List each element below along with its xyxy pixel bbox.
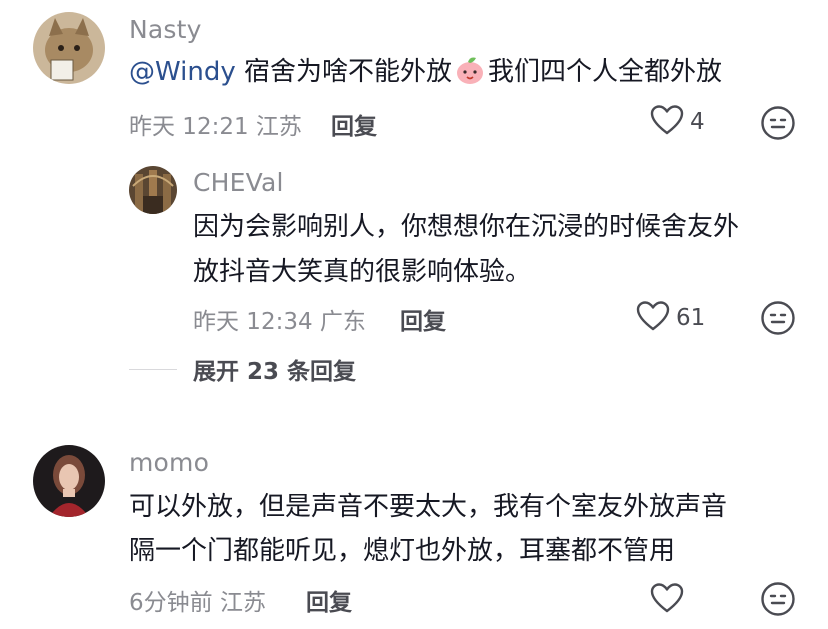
emoji-react-button[interactable]: [760, 105, 796, 145]
emoji-react-button[interactable]: [760, 300, 796, 340]
like-button[interactable]: 4: [650, 104, 705, 140]
smiley-icon: [760, 301, 796, 340]
heart-outline-icon: [636, 300, 670, 336]
reply-button[interactable]: 回复: [400, 302, 446, 336]
comment-text-line2: 隔一个门都能听见，熄灯也外放，耳塞都不管用: [129, 536, 676, 566]
peach-face-emoji: [454, 54, 486, 100]
reply-username[interactable]: CHEVal: [193, 168, 284, 197]
avatar-nasty[interactable]: [33, 12, 105, 84]
comment-text-part: 宿舍为啥不能外放: [235, 57, 452, 87]
comment-meta: 昨天 12:21 江苏: [129, 114, 302, 140]
like-count: 4: [690, 109, 705, 135]
avatar-momo[interactable]: [33, 445, 105, 517]
comment-meta: 6分钟前 江苏: [129, 590, 266, 616]
heart-outline-icon: [650, 582, 684, 618]
like-count: 61: [676, 305, 706, 331]
heart-outline-icon: [650, 104, 684, 140]
like-button[interactable]: 61: [636, 300, 705, 336]
expand-replies-button[interactable]: 展开 23 条回复: [193, 352, 356, 386]
comment-text-line1: 可以外放，但是声音不要太大，我有个室友外放声音: [129, 492, 728, 522]
emoji-react-button[interactable]: [760, 581, 796, 621]
comment-username[interactable]: momo: [129, 448, 209, 477]
avatar-cheval[interactable]: [129, 166, 177, 214]
comment-text-part: 我们四个人全都外放: [488, 57, 723, 87]
expand-divider: [129, 369, 177, 370]
like-button[interactable]: [650, 582, 690, 618]
reply-text-line1: 因为会影响别人，你想想你在沉浸的时候舍友外: [193, 212, 740, 242]
smiley-icon: [760, 106, 796, 145]
reply-meta: 昨天 12:34 广东: [193, 309, 366, 335]
comment-text: @Windy 宿舍为啥不能外放 我们四个人全都外放: [129, 50, 722, 100]
reply-button[interactable]: 回复: [306, 583, 352, 617]
mention-link[interactable]: @Windy: [129, 57, 236, 87]
smiley-icon: [760, 582, 796, 621]
comment-username[interactable]: Nasty: [129, 15, 202, 44]
reply-text-line2: 放抖音大笑真的很影响体验。: [193, 257, 532, 287]
reply-button[interactable]: 回复: [331, 107, 377, 141]
